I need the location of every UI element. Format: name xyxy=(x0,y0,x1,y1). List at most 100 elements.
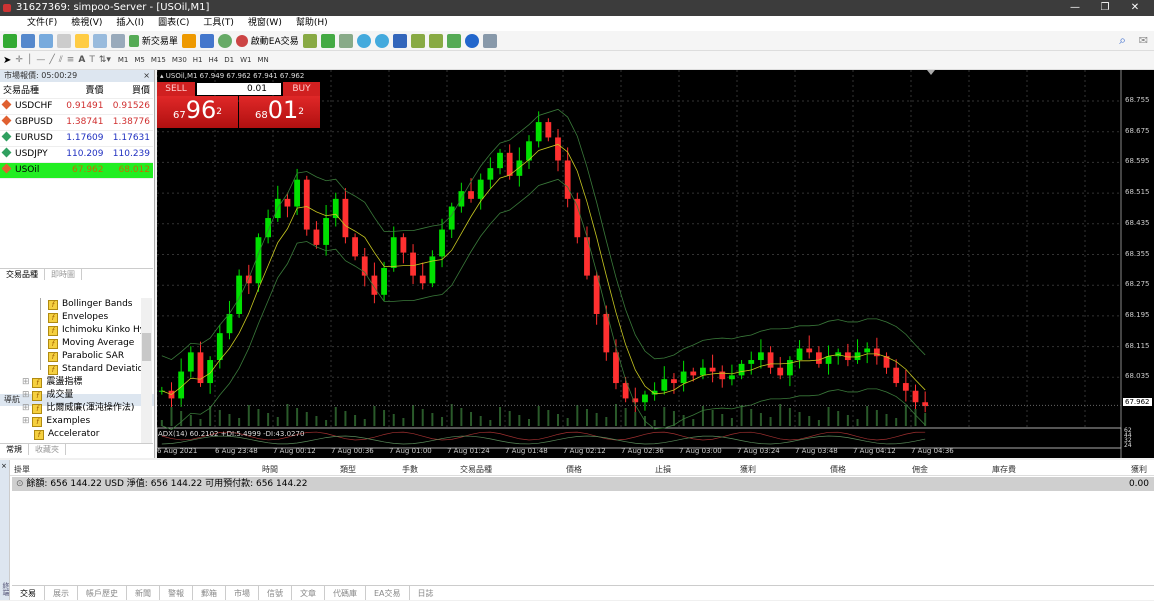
nav-item[interactable]: f Envelopes xyxy=(48,311,108,324)
tab-common[interactable]: 常規 xyxy=(0,444,29,455)
menu-window[interactable]: 視窗(W) xyxy=(241,16,289,31)
indicators-icon[interactable] xyxy=(446,33,461,48)
col-ask[interactable]: 買價 xyxy=(106,82,153,99)
tf-h4[interactable]: H4 xyxy=(206,56,222,64)
balance-row[interactable]: ⊙ 餘額: 656 144.22 USD 淨值: 656 144.22 可用預付… xyxy=(12,477,1154,491)
maximize-button[interactable]: ❐ xyxy=(1090,0,1120,16)
col-commission[interactable]: 佣金 xyxy=(912,464,928,475)
tab-symbols[interactable]: 交易品種 xyxy=(0,269,45,280)
tf-m30[interactable]: M30 xyxy=(169,56,190,64)
col-price[interactable]: 價格 xyxy=(566,464,582,475)
trendline-icon[interactable]: ╱ xyxy=(49,55,54,65)
expand-icon[interactable]: ⊞ xyxy=(22,403,30,413)
tab-alerts[interactable]: 警報 xyxy=(159,586,192,600)
menu-view[interactable]: 檢視(V) xyxy=(64,16,109,31)
metaeditor-icon[interactable] xyxy=(181,33,196,48)
profiles-icon[interactable] xyxy=(21,33,35,48)
zoom-in-icon[interactable] xyxy=(356,33,371,48)
col-size[interactable]: 手數 xyxy=(402,464,418,475)
templates-icon[interactable] xyxy=(482,33,497,48)
tf-d1[interactable]: D1 xyxy=(221,56,237,64)
terminal-icon[interactable] xyxy=(93,33,107,48)
horizontal-line-icon[interactable]: — xyxy=(36,55,45,65)
menu-charts[interactable]: 圖表(C) xyxy=(151,16,196,31)
menu-insert[interactable]: 插入(I) xyxy=(109,16,151,31)
fibonacci-icon[interactable]: ≡ xyxy=(67,55,75,65)
text-label-icon[interactable]: T xyxy=(89,55,95,65)
col-profit[interactable]: 獲利 xyxy=(1131,464,1147,475)
tab-trade[interactable]: 交易 xyxy=(12,586,44,600)
table-row[interactable]: USDJPY 110.209 110.239 xyxy=(0,146,153,163)
zoom-out-icon[interactable] xyxy=(374,33,389,48)
new-order-button[interactable]: 新交易單 xyxy=(129,34,178,48)
tf-m1[interactable]: M1 xyxy=(115,56,132,64)
new-chart-icon[interactable] xyxy=(3,33,17,48)
tab-code-base[interactable]: 代碼庫 xyxy=(324,586,365,600)
close-button[interactable]: ✕ xyxy=(1120,0,1150,16)
cursor-icon[interactable]: ➤ xyxy=(3,55,11,66)
expand-icon[interactable]: ⊞ xyxy=(22,390,30,400)
tf-h1[interactable]: H1 xyxy=(190,56,206,64)
data-window-icon[interactable] xyxy=(57,33,71,48)
tab-exposure[interactable]: 展示 xyxy=(44,586,77,600)
sell-price[interactable]: 67962 xyxy=(157,96,238,128)
bar-chart-icon[interactable] xyxy=(302,33,317,48)
navigator-scrollbar[interactable] xyxy=(141,298,152,443)
tab-mailbox[interactable]: 郵箱 xyxy=(192,586,225,600)
col-price2[interactable]: 價格 xyxy=(830,464,846,475)
nav-group[interactable]: ⊞ f 震盪指標 xyxy=(22,376,82,389)
table-row[interactable]: EURUSD 1.17609 1.17631 xyxy=(0,130,153,147)
nav-group[interactable]: ⊞ f 比爾威廉(渾沌操作法) xyxy=(22,402,134,415)
tf-m5[interactable]: M5 xyxy=(131,56,148,64)
col-type[interactable]: 類型 xyxy=(340,464,356,475)
tf-m15[interactable]: M15 xyxy=(148,56,169,64)
menu-tools[interactable]: 工具(T) xyxy=(196,16,241,31)
nav-group[interactable]: ⊞ f Examples xyxy=(22,415,90,428)
minimize-button[interactable]: — xyxy=(1060,0,1090,16)
expand-icon[interactable]: ⊞ xyxy=(22,416,30,426)
col-symbol[interactable]: 交易品種 xyxy=(460,464,492,475)
text-tool[interactable]: A xyxy=(78,55,85,65)
tab-signals[interactable]: 信號 xyxy=(258,586,291,600)
crosshair-icon[interactable]: ✛ xyxy=(15,55,23,65)
sell-button[interactable]: SELL xyxy=(157,82,195,96)
col-order[interactable]: 掛單 xyxy=(14,464,30,475)
close-icon[interactable]: × xyxy=(143,70,150,82)
lot-size-input[interactable]: 0.01 xyxy=(197,83,281,95)
tab-history[interactable]: 帳戶歷史 xyxy=(77,586,126,600)
chart-shift-icon[interactable] xyxy=(410,33,425,48)
tab-articles[interactable]: 文章 xyxy=(291,586,324,600)
col-tp[interactable]: 獲利 xyxy=(740,464,756,475)
signals-icon[interactable] xyxy=(217,33,232,48)
navigator-icon[interactable] xyxy=(75,33,89,48)
col-bid[interactable]: 賣價 xyxy=(60,82,107,99)
tab-experts[interactable]: EA交易 xyxy=(365,586,409,600)
close-icon[interactable]: × xyxy=(1,462,7,470)
vertical-line-icon[interactable]: │ xyxy=(27,55,32,65)
candlestick-icon[interactable] xyxy=(320,33,335,48)
search-icon[interactable]: ⌕ xyxy=(1119,33,1126,48)
tester-icon[interactable] xyxy=(111,33,125,48)
tf-mn[interactable]: MN xyxy=(254,56,271,64)
col-swap[interactable]: 庫存費 xyxy=(992,464,1016,475)
tile-windows-icon[interactable] xyxy=(392,33,407,48)
menu-file[interactable]: 文件(F) xyxy=(20,16,64,31)
table-row[interactable]: GBPUSD 1.38741 1.38776 xyxy=(0,114,153,131)
chart-window[interactable]: ▴ USOil,M1 67.949 67.962 67.941 67.962 S… xyxy=(157,70,1154,458)
nav-item[interactable]: f Ichimoku Kinko Hy xyxy=(48,324,145,337)
autotrading-button[interactable]: 啟動EA交易 xyxy=(235,34,299,48)
tab-market[interactable]: 市場 xyxy=(225,586,258,600)
buy-button[interactable]: BUY xyxy=(283,82,320,96)
menu-help[interactable]: 幫助(H) xyxy=(289,16,335,31)
expand-icon[interactable]: ⊞ xyxy=(22,377,30,387)
tab-journal[interactable]: 日誌 xyxy=(408,586,442,600)
table-row-selected[interactable]: USOil 67.962 68.012 xyxy=(0,162,153,179)
col-time[interactable]: 時間 xyxy=(262,464,278,475)
line-chart-icon[interactable] xyxy=(338,33,353,48)
autoscroll-icon[interactable] xyxy=(428,33,443,48)
nav-item[interactable]: f Bollinger Bands xyxy=(48,298,133,311)
market-watch-icon[interactable] xyxy=(39,33,53,48)
tab-tick-chart[interactable]: 即時圖 xyxy=(45,269,82,280)
tab-favorites[interactable]: 收藏夾 xyxy=(29,444,66,455)
channel-icon[interactable]: ⫽ xyxy=(59,55,63,65)
